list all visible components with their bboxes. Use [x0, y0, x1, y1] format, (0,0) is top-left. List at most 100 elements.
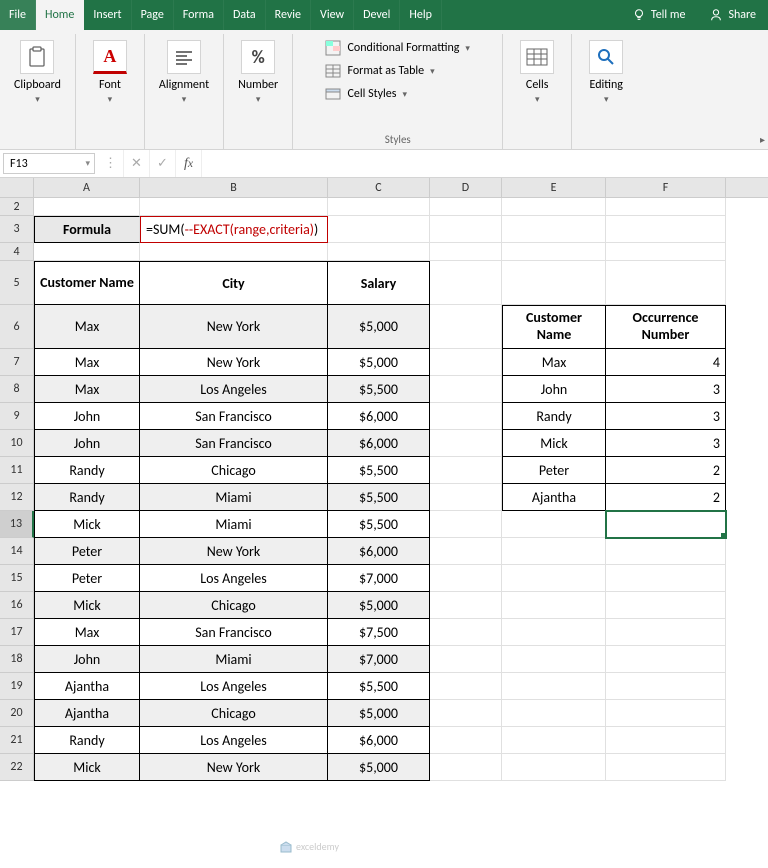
cell-salary[interactable]: $5,500 [328, 457, 430, 484]
cell-customer[interactable]: Mick [34, 592, 140, 619]
cell[interactable] [606, 216, 726, 243]
cell-customer[interactable]: Randy [34, 484, 140, 511]
cell[interactable] [606, 646, 726, 673]
cell[interactable] [430, 457, 502, 484]
cell[interactable] [606, 619, 726, 646]
cell[interactable] [606, 198, 726, 216]
tab-data[interactable]: Data [224, 0, 266, 30]
editing-button[interactable]: Editing▾ [580, 36, 632, 111]
row-header-3[interactable]: 3 [0, 216, 34, 243]
row-header-21[interactable]: 21 [0, 727, 34, 754]
side-cell-name[interactable]: Peter [502, 457, 606, 484]
cell[interactable] [140, 198, 328, 216]
cell-customer[interactable]: Max [34, 619, 140, 646]
cell[interactable] [502, 243, 606, 261]
cell[interactable] [430, 261, 502, 305]
column-header-F[interactable]: F [606, 178, 726, 197]
cell[interactable] [430, 198, 502, 216]
row-header-22[interactable]: 22 [0, 754, 34, 781]
cell[interactable] [606, 592, 726, 619]
cells-button[interactable]: Cells▾ [511, 36, 563, 111]
side-cell-count[interactable]: 2 [606, 484, 726, 511]
row-header-18[interactable]: 18 [0, 646, 34, 673]
number-button[interactable]: % Number▾ [232, 36, 284, 111]
side-header-customer[interactable]: Customer Name [502, 305, 606, 349]
cell[interactable] [502, 727, 606, 754]
header-salary[interactable]: Salary [328, 261, 430, 305]
formula-cell[interactable]: =SUM(--EXACT(range,criteria)) [140, 216, 328, 243]
cell-city[interactable]: Los Angeles [140, 565, 328, 592]
tab-devel[interactable]: Devel [354, 0, 400, 30]
cell-city[interactable]: San Francisco [140, 619, 328, 646]
side-cell-name[interactable]: Mick [502, 430, 606, 457]
cell[interactable] [430, 216, 502, 243]
cell[interactable] [430, 592, 502, 619]
cell-customer[interactable]: John [34, 403, 140, 430]
cell[interactable] [502, 565, 606, 592]
side-cell-count[interactable]: 4 [606, 349, 726, 376]
cell-city[interactable]: New York [140, 754, 328, 781]
row-header-15[interactable]: 15 [0, 565, 34, 592]
cell-city[interactable]: New York [140, 349, 328, 376]
tell-me-button[interactable]: Tell me [620, 0, 698, 30]
accept-formula-button[interactable]: ✓ [150, 150, 176, 177]
tab-insert[interactable]: Insert [84, 0, 131, 30]
tab-forma[interactable]: Forma [174, 0, 224, 30]
cell-city[interactable]: Chicago [140, 592, 328, 619]
row-header-19[interactable]: 19 [0, 673, 34, 700]
cell[interactable] [606, 538, 726, 565]
cell[interactable] [502, 216, 606, 243]
cell[interactable] [34, 243, 140, 261]
cell[interactable] [34, 198, 140, 216]
share-button[interactable]: Share [697, 0, 768, 30]
cell[interactable] [430, 565, 502, 592]
cell-customer[interactable]: Mick [34, 754, 140, 781]
tab-view[interactable]: View [311, 0, 354, 30]
cell-city[interactable]: New York [140, 538, 328, 565]
cell-customer[interactable]: Ajantha [34, 673, 140, 700]
cell[interactable] [430, 511, 502, 538]
cell-salary[interactable]: $6,000 [328, 538, 430, 565]
cell-salary[interactable]: $7,000 [328, 646, 430, 673]
cell-salary[interactable]: $5,500 [328, 376, 430, 403]
format-as-table-button[interactable]: Format as Table ▾ [321, 61, 473, 81]
cell[interactable] [140, 243, 328, 261]
alignment-button[interactable]: Alignment▾ [153, 36, 215, 111]
side-cell-count[interactable]: 3 [606, 403, 726, 430]
column-header-A[interactable]: A [34, 178, 140, 197]
cancel-formula-button[interactable]: ✕ [124, 150, 150, 177]
cell-customer[interactable]: John [34, 646, 140, 673]
cell-salary[interactable]: $7,000 [328, 565, 430, 592]
cell[interactable] [502, 511, 606, 538]
cell-city[interactable]: Chicago [140, 457, 328, 484]
cell-customer[interactable]: Mick [34, 511, 140, 538]
cell-customer[interactable]: Randy [34, 457, 140, 484]
cell[interactable] [430, 349, 502, 376]
header-city[interactable]: City [140, 261, 328, 305]
row-header-12[interactable]: 12 [0, 484, 34, 511]
fx-button[interactable]: fx [176, 150, 202, 177]
row-header-14[interactable]: 14 [0, 538, 34, 565]
cell[interactable] [430, 538, 502, 565]
column-header-E[interactable]: E [502, 178, 606, 197]
row-header-13[interactable]: 13 [0, 511, 34, 538]
formula-input[interactable] [202, 150, 768, 177]
cell[interactable] [430, 754, 502, 781]
cell[interactable] [328, 216, 430, 243]
cell[interactable] [430, 376, 502, 403]
cell-city[interactable]: San Francisco [140, 430, 328, 457]
cell[interactable] [430, 619, 502, 646]
tab-home[interactable]: Home [36, 0, 84, 30]
cell[interactable] [606, 754, 726, 781]
cell[interactable] [502, 754, 606, 781]
formula-dropdown-button[interactable]: ⋮ [98, 150, 124, 177]
conditional-formatting-button[interactable]: Conditional Formatting ▾ [321, 38, 473, 58]
cell-salary[interactable]: $5,500 [328, 673, 430, 700]
row-header-10[interactable]: 10 [0, 430, 34, 457]
side-cell-count[interactable]: 2 [606, 457, 726, 484]
cell-city[interactable]: Los Angeles [140, 376, 328, 403]
cell[interactable] [606, 673, 726, 700]
cell-customer[interactable]: Max [34, 349, 140, 376]
cell-customer[interactable]: Peter [34, 565, 140, 592]
cell[interactable] [502, 261, 606, 305]
